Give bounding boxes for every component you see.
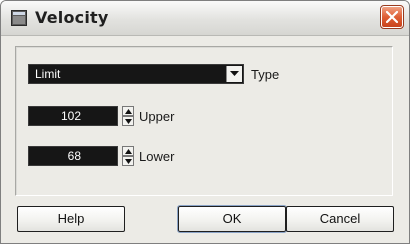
dialog-content: Limit Type 102 Upper 68 Lower Help OK Ca…: [1, 36, 409, 243]
upper-spin-down-button[interactable]: [122, 116, 134, 126]
upper-label: Upper: [139, 109, 175, 124]
spin-up-arrow-icon: [125, 109, 132, 114]
lower-label: Lower: [139, 149, 175, 164]
upper-spin-up-button[interactable]: [122, 106, 134, 116]
upper-spinner[interactable]: [122, 106, 134, 126]
cancel-button[interactable]: Cancel: [286, 206, 394, 232]
velocity-dialog: Velocity Limit Type 102 Upper 68 Lower H…: [0, 0, 410, 244]
lower-value: 68: [67, 149, 81, 163]
app-window-icon: [11, 10, 27, 26]
spin-down-arrow-icon: [125, 159, 132, 164]
title-bar[interactable]: Velocity: [1, 1, 409, 36]
type-label: Type: [251, 67, 280, 82]
chevron-down-icon[interactable]: [226, 66, 242, 82]
type-dropdown[interactable]: Limit: [28, 64, 244, 84]
spin-down-arrow-icon: [125, 119, 132, 124]
ok-button[interactable]: OK: [177, 205, 287, 233]
lower-spin-down-button[interactable]: [122, 156, 134, 166]
lower-spinner[interactable]: [122, 146, 134, 166]
help-button[interactable]: Help: [17, 206, 125, 232]
close-x-icon: [386, 11, 398, 23]
spin-up-arrow-icon: [125, 149, 132, 154]
upper-value: 102: [60, 109, 81, 123]
upper-input[interactable]: 102: [28, 106, 118, 126]
type-dropdown-value: Limit: [35, 67, 61, 81]
dialog-title: Velocity: [35, 8, 109, 27]
lower-spin-up-button[interactable]: [122, 146, 134, 156]
close-button[interactable]: [380, 5, 404, 29]
lower-input[interactable]: 68: [28, 146, 118, 166]
